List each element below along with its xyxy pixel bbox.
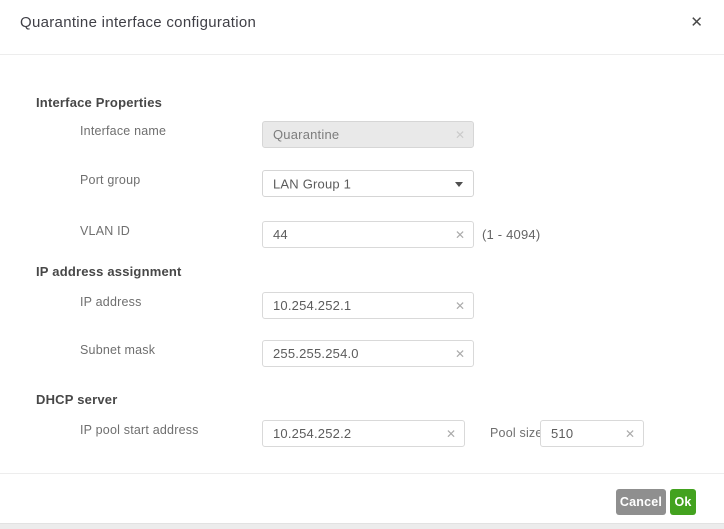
ip-pool-start-field: ✕ [262, 420, 465, 447]
interface-name-input [263, 122, 473, 147]
close-icon[interactable]: ✕ [690, 14, 703, 32]
dialog-title: Quarantine interface configuration [20, 14, 256, 31]
quarantine-interface-config-dialog: Quarantine interface configuration ✕ Int… [0, 0, 724, 529]
ip-address-input[interactable] [263, 293, 473, 318]
clear-icon[interactable]: ✕ [446, 428, 456, 440]
footer-divider [0, 473, 724, 474]
ip-pool-start-label: IP pool start address [80, 422, 199, 438]
vlan-id-range-hint: (1 - 4094) [482, 227, 540, 243]
ip-address-label: IP address [80, 294, 142, 310]
interface-name-label: Interface name [80, 123, 166, 139]
vlan-id-field: ✕ [262, 221, 474, 248]
ip-address-field: ✕ [262, 292, 474, 319]
port-group-dropdown[interactable]: LAN Group 1 [262, 170, 474, 197]
clear-icon: ✕ [455, 129, 465, 141]
section-title-interface-properties: Interface Properties [36, 95, 162, 111]
section-title-ip-address-assignment: IP address assignment [36, 264, 182, 280]
chevron-down-icon [455, 182, 463, 187]
pool-size-label: Pool size [490, 425, 543, 441]
header-divider [0, 54, 724, 55]
ok-button[interactable]: Ok [670, 489, 696, 515]
section-title-dhcp-server: DHCP server [36, 392, 117, 408]
ip-pool-start-input[interactable] [263, 421, 464, 446]
dialog-bottom-edge [0, 523, 724, 529]
subnet-mask-label: Subnet mask [80, 342, 155, 358]
clear-icon[interactable]: ✕ [455, 229, 465, 241]
vlan-id-label: VLAN ID [80, 223, 130, 239]
port-group-label: Port group [80, 172, 140, 188]
subnet-mask-field: ✕ [262, 340, 474, 367]
port-group-selected-value: LAN Group 1 [273, 176, 351, 191]
pool-size-field: ✕ [540, 420, 644, 447]
clear-icon[interactable]: ✕ [455, 348, 465, 360]
vlan-id-input[interactable] [263, 222, 473, 247]
clear-icon[interactable]: ✕ [455, 300, 465, 312]
clear-icon[interactable]: ✕ [625, 428, 635, 440]
subnet-mask-input[interactable] [263, 341, 473, 366]
interface-name-field: ✕ [262, 121, 474, 148]
cancel-button[interactable]: Cancel [616, 489, 666, 515]
